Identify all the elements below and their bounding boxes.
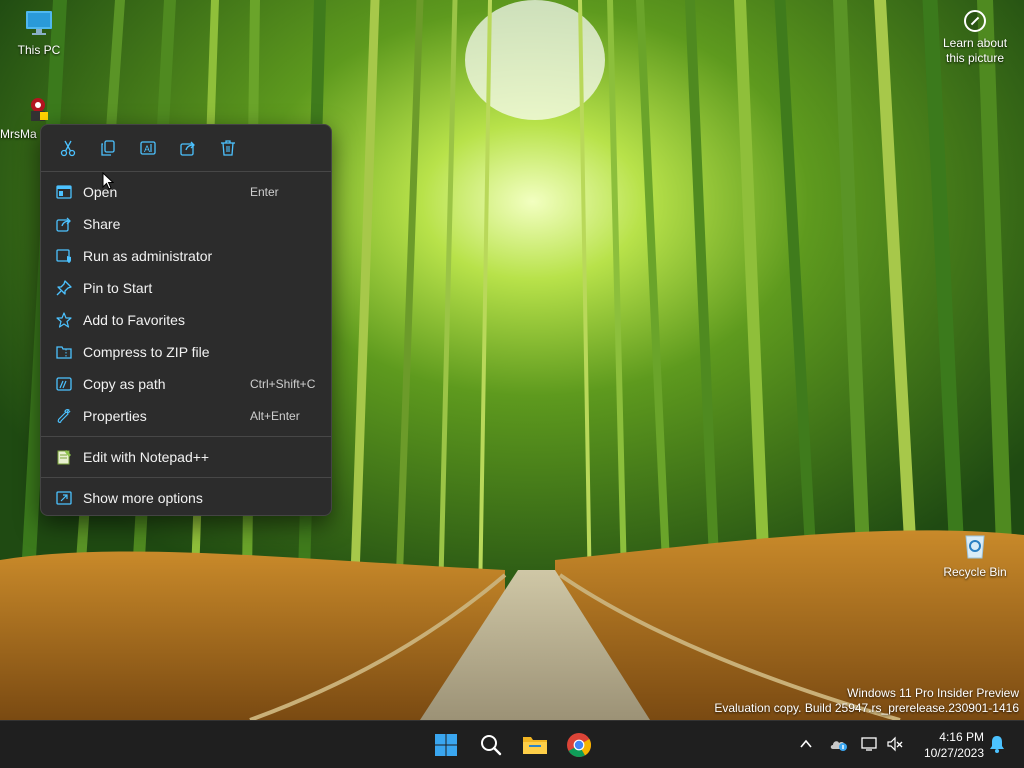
menu-item-share[interactable]: Share (41, 208, 331, 240)
menu-item-add-to-favorites[interactable]: Add to Favorites (41, 304, 331, 336)
menu-item-shortcut: Enter (250, 185, 279, 199)
menu-item-pin-to-start[interactable]: Pin to Start (41, 272, 331, 304)
cloud-icon (830, 741, 847, 751)
menu-item-show-more-options[interactable]: Show more options (41, 482, 331, 514)
mouse-cursor-icon (102, 172, 114, 190)
evaluation-watermark: Windows 11 Pro Insider Preview Evaluatio… (714, 686, 1019, 716)
menu-item-compress-zip[interactable]: Compress to ZIP file (41, 336, 331, 368)
path-icon (56, 376, 72, 392)
learn-about-line2: this picture (945, 51, 1005, 65)
recycle-bin-icon (965, 535, 985, 559)
folder-icon (523, 737, 547, 754)
desktop-icon-label: Recycle Bin (943, 565, 1007, 579)
menu-item-label: Share (83, 216, 121, 232)
volume-tray-button[interactable] (884, 733, 906, 755)
menu-item-edit-notepadpp[interactable]: Edit with Notepad++ (41, 441, 331, 473)
shield-icon (56, 248, 72, 264)
search-icon (481, 735, 502, 756)
chrome-icon (567, 733, 592, 758)
windows-logo-icon (435, 734, 457, 756)
camera-info-icon (964, 10, 986, 32)
scissors-icon (60, 140, 76, 157)
notifications-button[interactable] (986, 733, 1008, 755)
window-icon (56, 184, 72, 200)
menu-item-label: Show more options (83, 490, 203, 506)
clock-time: 4:16 PM (939, 730, 984, 744)
delete-button[interactable] (213, 133, 243, 163)
file-explorer-button[interactable] (519, 729, 551, 761)
mrsmaj-app-icon (31, 98, 48, 121)
search-button[interactable] (475, 729, 507, 761)
taskbar: 4:16 PM 10/27/2023 (0, 720, 1024, 768)
menu-item-shortcut: Ctrl+Shift+C (250, 377, 316, 391)
volume-muted-icon (887, 736, 903, 752)
rename-button[interactable]: A (133, 133, 163, 163)
copy-button[interactable] (93, 133, 123, 163)
desktop-icon-mrsmaj[interactable]: MrsMa (0, 96, 48, 141)
context-menu: A Open Enter Share Run as administrator … (40, 124, 332, 516)
notepadpp-icon (56, 449, 72, 465)
svg-text:A: A (144, 144, 150, 154)
menu-item-copy-as-path[interactable]: Copy as path Ctrl+Shift+C (41, 368, 331, 400)
learn-about-line1: Learn about (942, 36, 1008, 50)
menu-item-label: Add to Favorites (83, 312, 185, 328)
share-icon (56, 216, 72, 232)
chevron-up-icon (800, 739, 812, 748)
more-options-icon (56, 490, 72, 506)
trash-icon (221, 140, 235, 156)
clock-date: 10/27/2023 (923, 746, 984, 760)
network-tray-button[interactable] (859, 733, 881, 755)
pin-icon (56, 280, 72, 296)
wrench-icon (56, 408, 72, 424)
menu-item-shortcut: Alt+Enter (250, 409, 300, 423)
watermark-line2: Evaluation copy. Build 25947.rs_prerelea… (714, 701, 1019, 715)
share-quick-button[interactable] (173, 133, 203, 163)
start-button[interactable] (430, 729, 462, 761)
menu-item-properties[interactable]: Properties Alt+Enter (41, 400, 331, 432)
monitor-icon (26, 11, 52, 35)
menu-item-label: Run as administrator (83, 248, 213, 264)
rename-icon: A (140, 141, 156, 155)
menu-item-label: Compress to ZIP file (83, 344, 210, 360)
menu-item-label: Properties (83, 408, 147, 424)
share-icon (180, 141, 195, 156)
learn-about-picture[interactable]: Learn about this picture (936, 10, 1014, 66)
menu-item-run-as-admin[interactable]: Run as administrator (41, 240, 331, 272)
system-clock[interactable]: 4:16 PM 10/27/2023 (910, 729, 984, 761)
chrome-button[interactable] (563, 729, 595, 761)
zip-folder-icon (56, 344, 72, 360)
menu-item-label: Edit with Notepad++ (83, 449, 210, 465)
onedrive-tray-button[interactable] (828, 733, 850, 755)
menu-item-open[interactable]: Open Enter (41, 176, 331, 208)
menu-item-label: Pin to Start (83, 280, 153, 296)
desktop-icon-this-pc[interactable]: This PC (1, 8, 77, 57)
bell-icon (990, 736, 1004, 753)
desktop-icon-label: MrsMa (0, 127, 37, 141)
menu-item-label: Copy as path (83, 376, 166, 392)
network-icon (861, 737, 877, 751)
quick-actions-bar: A (41, 125, 331, 171)
watermark-line1: Windows 11 Pro Insider Preview (847, 686, 1019, 700)
desktop-icon-recycle-bin[interactable]: Recycle Bin (937, 530, 1013, 579)
desktop-icon-label: This PC (17, 43, 61, 57)
cut-button[interactable] (53, 133, 83, 163)
star-icon (56, 312, 72, 328)
copy-icon (101, 140, 115, 156)
show-hidden-icons-button[interactable] (795, 733, 817, 755)
